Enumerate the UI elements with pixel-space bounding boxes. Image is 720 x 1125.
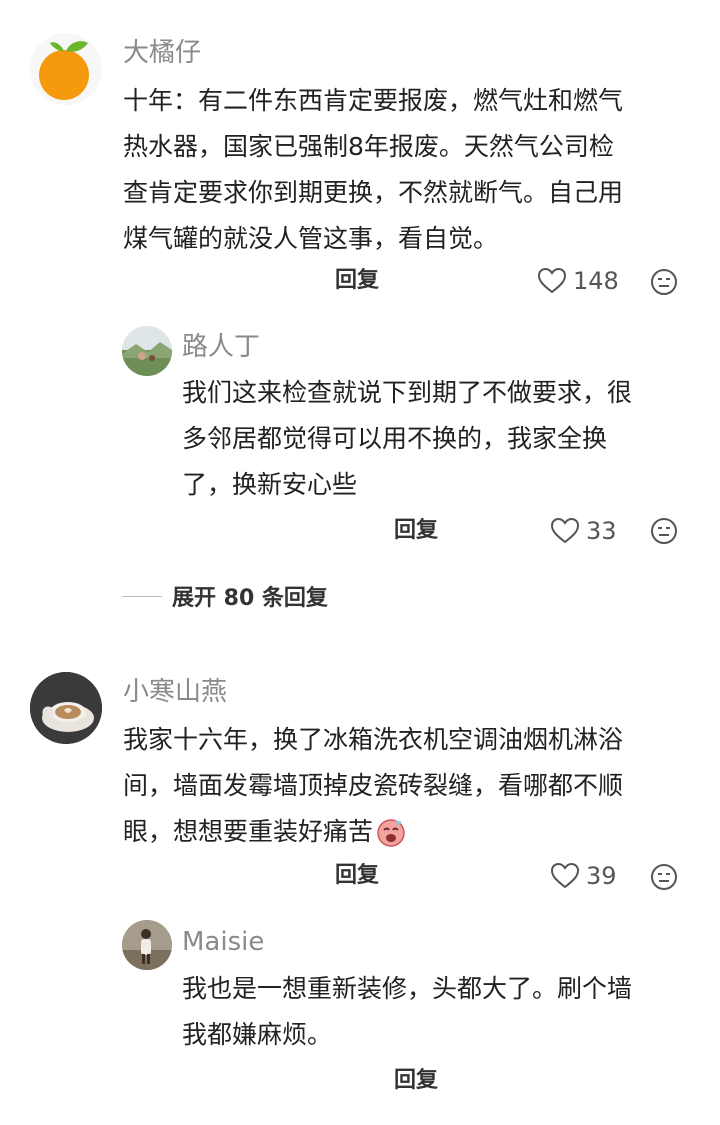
avatar[interactable] [122, 326, 172, 376]
reply-button[interactable]: 回复 [394, 516, 438, 546]
comment-text-line: 我家十六年，换了冰箱洗衣机空调油烟机淋浴 [123, 725, 624, 754]
comment-text-line: 热水器，国家已强制8年报废。天然气公司检 [123, 132, 614, 161]
emoji-reaction-button[interactable] [650, 268, 678, 300]
reply-author[interactable]: 路人丁 [182, 332, 260, 362]
reply-text-line: 我们这来检查就说下到期了不做要求，很 [182, 378, 633, 407]
comment-author[interactable]: 大橘仔 [123, 38, 201, 68]
avatar[interactable] [30, 33, 102, 105]
neutral-face-icon [651, 864, 677, 890]
reply-text-line: 我都嫌麻烦。 [182, 1020, 333, 1049]
comment-text-line: 十年：有二件东西肯定要报废，燃气灶和燃气 [123, 86, 624, 115]
reply-author[interactable]: Maisie [182, 927, 264, 957]
landscape-photo-icon [122, 326, 172, 376]
comment-text-line-content: 眼，想想要重装好痛苦 [123, 817, 374, 846]
comment-text-line: 间，墙面发霉墙顶掉皮瓷砖裂缝，看哪都不顺 [123, 771, 624, 800]
heart-icon [550, 862, 580, 889]
comment-text-line: 眼，想想要重装好痛苦 [123, 809, 693, 855]
reply-text: 我们这来检查就说下到期了不做要求，很 多邻居都觉得可以用不换的，我家全换 了，换… [182, 370, 697, 508]
comment-text: 我家十六年，换了冰箱洗衣机空调油烟机淋浴 间，墙面发霉墙顶掉皮瓷砖裂缝，看哪都不… [123, 717, 693, 855]
avatar[interactable] [122, 920, 172, 970]
reply-button[interactable]: 回复 [335, 861, 379, 891]
avatar[interactable] [30, 672, 102, 744]
expand-replies-label: 展开 80 条回复 [172, 586, 328, 611]
like-count: 148 [573, 267, 619, 295]
emoji-reaction-button[interactable] [650, 517, 678, 549]
person-photo-icon [122, 920, 172, 970]
crying-face-emoji-icon [377, 819, 405, 847]
neutral-face-icon [651, 518, 677, 544]
expand-replies-button[interactable]: 展开 80 条回复 [122, 580, 328, 612]
reply-button[interactable]: 回复 [394, 1066, 438, 1096]
reply-text-line: 我也是一想重新装修，头都大了。刷个墙 [182, 974, 633, 1003]
like-count: 33 [586, 517, 617, 545]
like-button[interactable]: 148 [537, 266, 619, 296]
reply-button[interactable]: 回复 [335, 266, 379, 296]
reply-text-line: 了，换新安心些 [182, 470, 358, 499]
divider-line [122, 595, 162, 597]
like-button[interactable]: 39 [550, 861, 617, 891]
reply-text-line: 多邻居都觉得可以用不换的，我家全换 [182, 424, 608, 453]
reply-text: 我也是一想重新装修，头都大了。刷个墙 我都嫌麻烦。 [182, 966, 697, 1058]
comment-text-line: 查肯定要求你到期更换，不然就断气。自己用 [123, 178, 624, 207]
heart-icon [537, 267, 567, 294]
comment-text-line: 煤气罐的就没人管这事，看自觉。 [123, 224, 499, 253]
emoji-reaction-button[interactable] [650, 863, 678, 895]
comment-text: 十年：有二件东西肯定要报废，燃气灶和燃气 热水器，国家已强制8年报废。天然气公司… [123, 78, 693, 262]
like-count: 39 [586, 862, 617, 890]
neutral-face-icon [651, 269, 677, 295]
comment-author[interactable]: 小寒山燕 [123, 677, 227, 707]
heart-icon [550, 517, 580, 544]
orange-avatar-icon [30, 33, 102, 105]
like-button[interactable]: 33 [550, 516, 617, 546]
coffee-photo-icon [30, 672, 102, 744]
